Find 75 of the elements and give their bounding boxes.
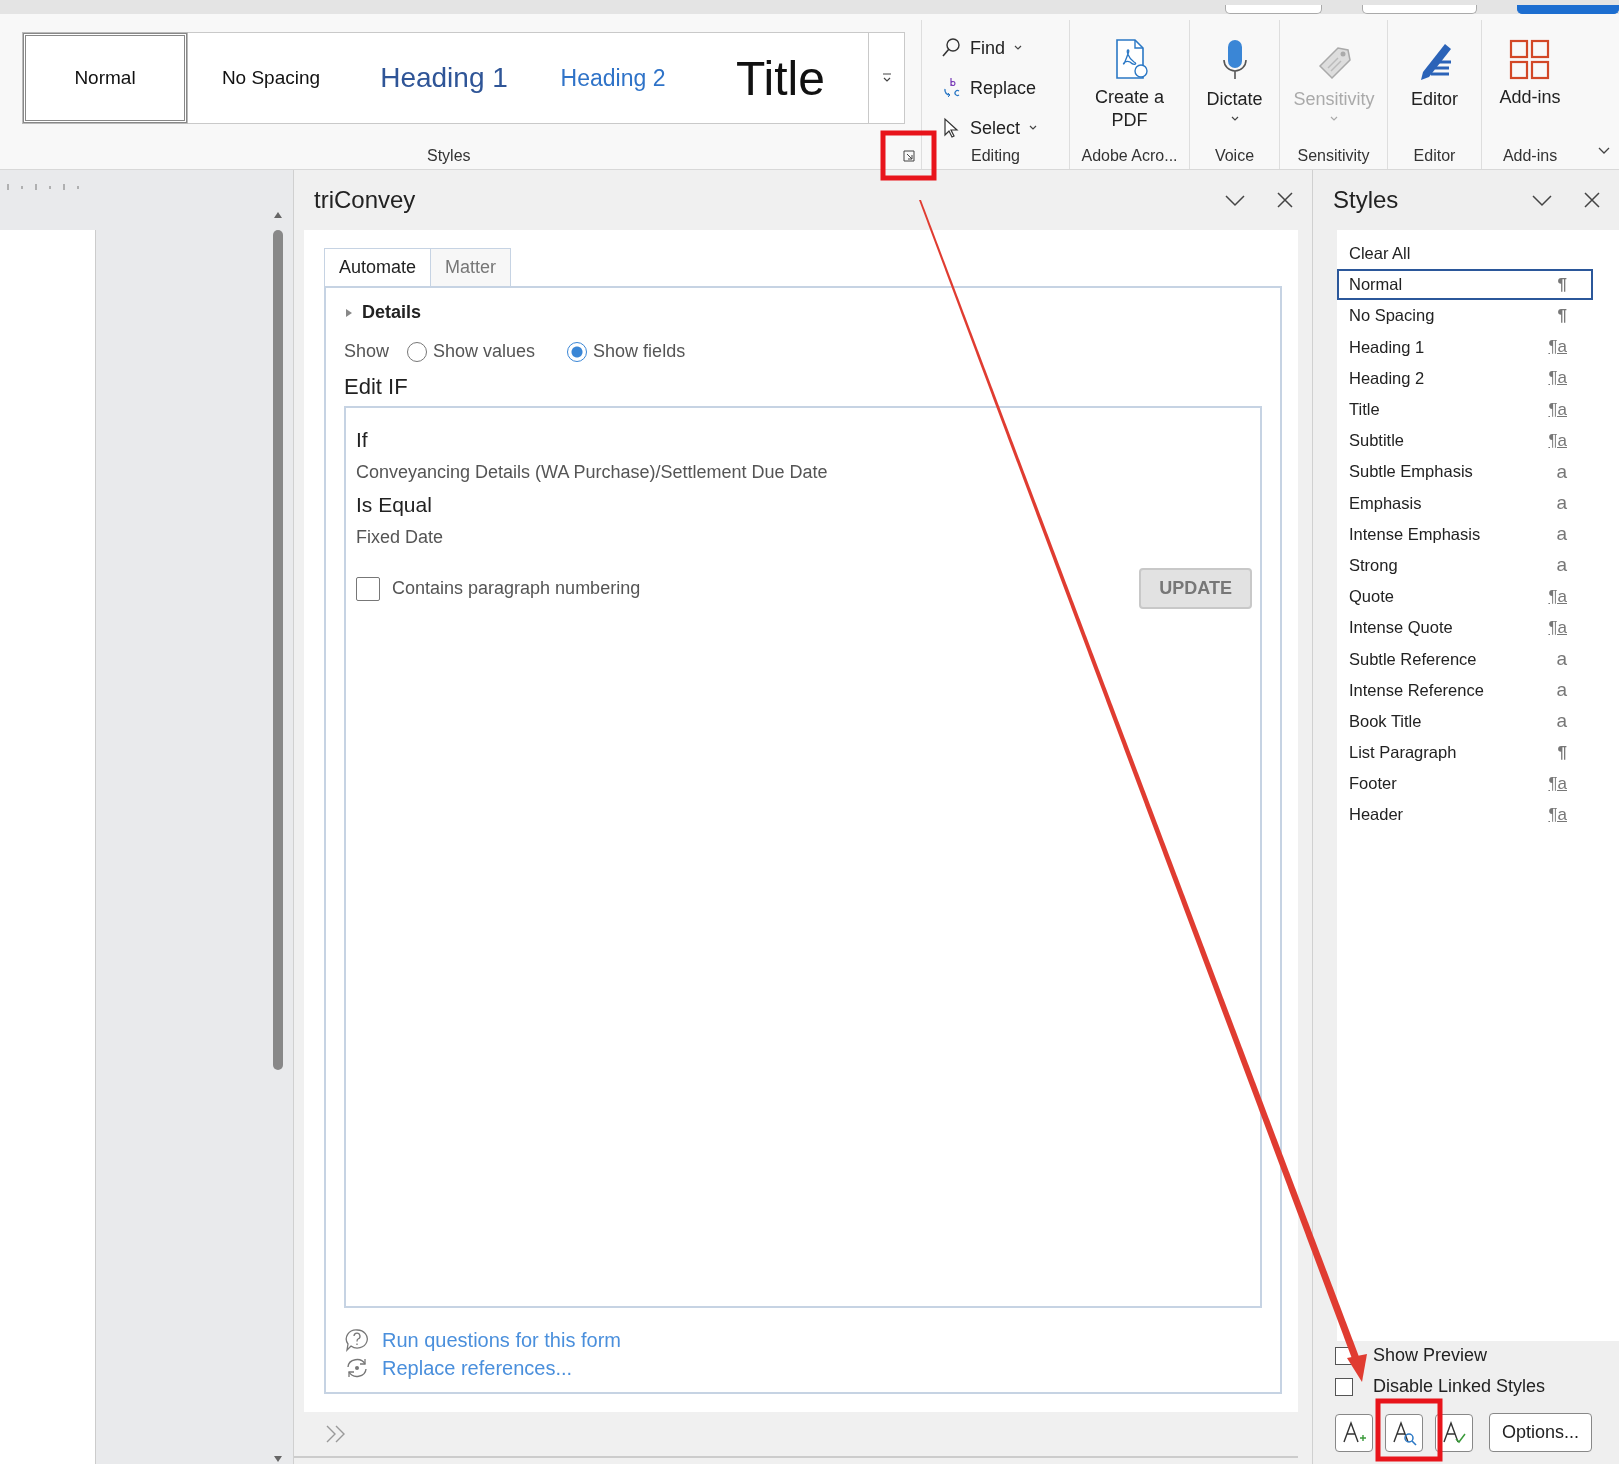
group-label: Editing [971,147,1020,165]
style-list-item[interactable]: Emphasis a [1337,487,1593,519]
style-list-item[interactable]: Intense Reference a [1337,674,1593,706]
style-list-item[interactable]: No Spacing ¶ [1337,300,1593,332]
tab[interactable]: Matter [430,248,512,286]
scrollbar[interactable] [271,210,285,1464]
chevron-down-icon[interactable] [1531,193,1553,207]
condition-value: Conveyancing Details (WA Purchase)/Settlement Due Date [356,462,829,483]
question-icon [344,1328,370,1352]
close-icon[interactable] [1276,191,1294,209]
highlight-box [1375,1398,1443,1462]
ribbon-button[interactable]: Dictate [1206,38,1263,124]
ribbon-command[interactable]: Replace [940,72,1063,104]
style-gallery-item[interactable]: Heading 2 [533,33,693,123]
grid-icon [1508,38,1552,82]
ribbon-command[interactable]: Select [940,112,1063,144]
group-label: Add-ins [1502,147,1558,165]
pane-title: triConvey [314,186,416,214]
manage-styles-icon [1441,1419,1467,1446]
style-gallery-item[interactable]: Heading 1 [355,33,533,123]
style-gallery-item[interactable]: No Spacing [187,33,355,123]
style-list-item[interactable]: Book Title a [1337,705,1593,737]
highlight-box [880,130,937,181]
style-list-item[interactable]: Quote ¶a [1337,581,1593,613]
style-list-item[interactable]: Heading 2 ¶a [1337,362,1593,394]
checkbox[interactable]: Disable Linked Styles [1335,1376,1611,1397]
scroll-down-icon[interactable] [272,1454,284,1464]
style-list-item[interactable]: Footer ¶a [1337,768,1593,800]
ribbon-command[interactable]: Find [940,32,1063,64]
style-inspector-button[interactable] [1385,1413,1423,1452]
style-list-item[interactable]: Header ¶a [1337,799,1593,831]
radio-button[interactable]: Show fields [567,341,686,362]
style-list-item[interactable]: Subtitle ¶a [1337,425,1593,457]
group-label: Voice [1214,147,1255,165]
new-style-button[interactable] [1335,1413,1373,1452]
condition-label: If [356,428,369,452]
section-heading: Edit IF [344,374,409,400]
group-label: Sensitivity [1297,147,1370,165]
style-inspector-icon [1391,1419,1417,1446]
collapse-ribbon-icon[interactable] [1597,145,1611,155]
condition-label: Is Equal [356,493,433,517]
group-label: Adobe Acro... [1081,147,1178,165]
style-list-item[interactable]: Subtle Emphasis a [1337,456,1593,488]
section-toggle[interactable]: Details [344,302,1262,323]
triangle-icon [344,307,354,318]
style-list-item[interactable]: Normal ¶ [1337,269,1593,301]
more-icon [880,72,893,84]
close-icon[interactable] [1583,191,1601,209]
style-list-item[interactable]: Title ¶a [1337,393,1593,426]
style-list-item[interactable]: Intense Emphasis a [1337,518,1593,550]
checkbox[interactable]: Contains paragraph numbering [356,576,641,601]
style-list-item[interactable]: Strong a [1337,549,1593,582]
chevron-down-icon[interactable] [1224,193,1246,207]
style-gallery-item[interactable]: Normal [23,33,187,123]
refresh-icon [344,1356,370,1380]
style-list-item[interactable]: Subtle Reference a [1337,643,1593,675]
ribbon-button[interactable]: Create a PDF [1089,38,1170,133]
condition-value: Fixed Date [356,527,445,548]
style-list-item[interactable]: Intense Quote ¶a [1337,612,1593,644]
style-list-item[interactable]: Clear All [1337,238,1593,270]
dialog-launcher-icon[interactable] [903,150,915,162]
pane-title: Styles [1333,186,1399,214]
show-label: Show [344,341,390,362]
group-label: Editor [1413,147,1456,165]
style-list-item[interactable]: List Paragraph ¶ [1337,737,1593,769]
tab[interactable]: Automate [324,248,432,286]
options-button[interactable]: Options... [1489,1413,1593,1452]
search-icon [940,37,962,59]
style-list-item[interactable]: Heading 1 ¶a [1337,331,1593,363]
ribbon-button[interactable]: Add-ins [1499,38,1561,110]
group-label: Styles [427,147,471,165]
ribbon-button[interactable]: Editor [1411,38,1458,112]
style-gallery-item[interactable]: Title [693,33,868,123]
scroll-up-icon[interactable] [272,210,284,220]
radio-button[interactable]: Show values [407,341,536,362]
